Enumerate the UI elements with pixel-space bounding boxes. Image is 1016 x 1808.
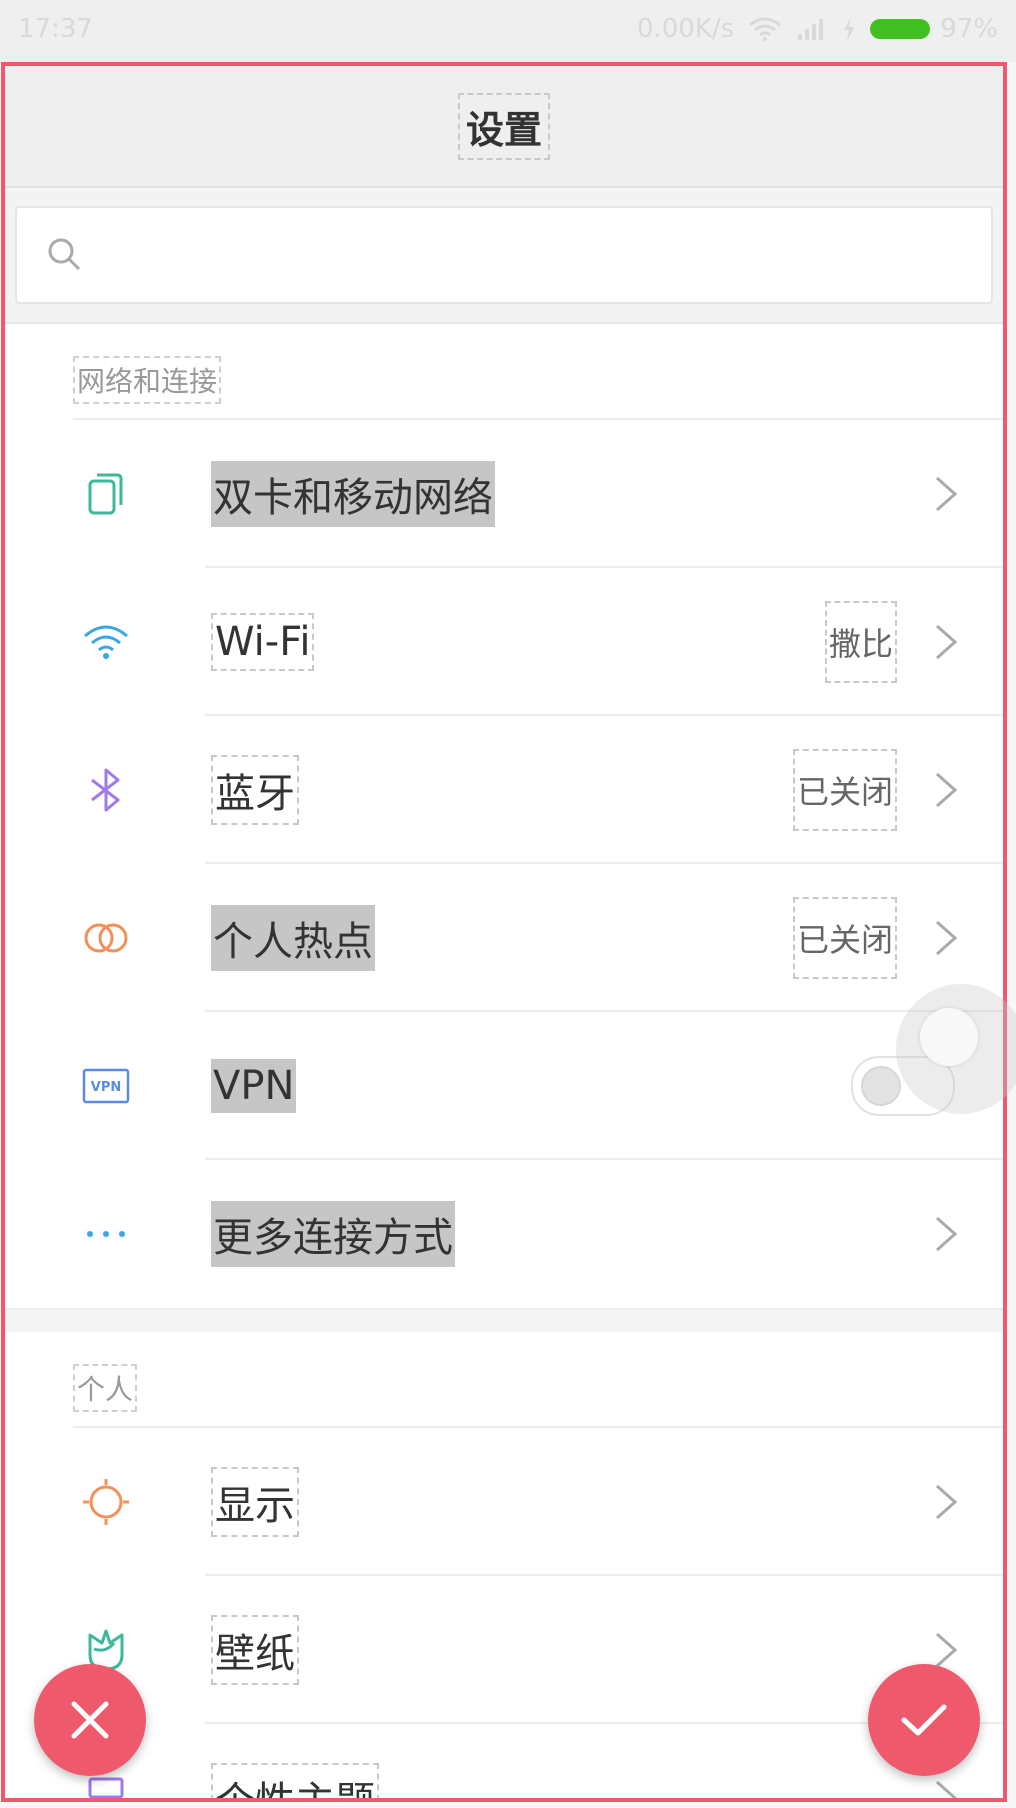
settings-item-vpn[interactable]: VPN VPN — [5, 1012, 1003, 1160]
section-header-personal: 个人 — [5, 1332, 1003, 1428]
item-label: 壁纸 — [211, 1615, 299, 1685]
status-right: 0.00K/s 97% — [637, 14, 998, 44]
page-title: 设置 — [457, 92, 550, 160]
vpn-icon-text: VPN — [91, 1080, 121, 1095]
hotspot-status: 已关闭 — [792, 897, 897, 979]
section-gap — [5, 1308, 1003, 1332]
charging-icon — [844, 17, 855, 41]
chevron-right-icon — [936, 1216, 958, 1252]
bluetooth-icon — [79, 763, 133, 817]
item-label: VPN — [211, 1059, 297, 1113]
signal-icon — [798, 19, 824, 40]
section-label: 个人 — [73, 1364, 138, 1412]
settings-item-dual-sim[interactable]: 双卡和移动网络 — [5, 420, 1003, 568]
chevron-right-icon — [936, 772, 958, 808]
chevron-right-icon — [936, 1780, 958, 1798]
wifi-icon — [79, 615, 133, 669]
chevron-right-icon — [936, 1484, 958, 1520]
sun-icon — [79, 1475, 133, 1529]
wifi-status: 撒比 — [824, 601, 897, 683]
vpn-icon: VPN — [79, 1059, 133, 1113]
battery-indicator: 97% — [870, 14, 998, 44]
settings-item-bluetooth[interactable]: 蓝牙 已关闭 — [5, 716, 1003, 864]
confirm-button[interactable] — [868, 1664, 980, 1776]
title-bar: 设置 — [5, 66, 1003, 188]
status-time: 17:37 — [18, 14, 93, 44]
item-label: 更多连接方式 — [211, 1201, 455, 1267]
chevron-right-icon — [936, 476, 958, 512]
floating-ball-center — [920, 1008, 978, 1066]
settings-item-more-connections[interactable]: 更多连接方式 — [5, 1160, 1003, 1308]
wifi-status-icon — [749, 17, 782, 41]
search-area — [5, 188, 1003, 324]
battery-percent: 97% — [940, 14, 998, 44]
chevron-right-icon — [936, 624, 958, 660]
item-label: 个性主题 — [211, 1763, 379, 1798]
chevron-right-icon — [936, 920, 958, 956]
battery-icon — [870, 19, 931, 39]
section-label: 网络和连接 — [73, 356, 222, 404]
settings-item-wallpaper[interactable]: 壁纸 — [5, 1576, 1003, 1724]
item-label: 双卡和移动网络 — [211, 461, 495, 527]
status-bar: 17:37 0.00K/s 97% — [0, 0, 1016, 62]
cancel-button[interactable] — [34, 1664, 146, 1776]
section-header-network: 网络和连接 — [5, 324, 1003, 420]
search-input[interactable] — [15, 206, 993, 304]
item-label: 显示 — [211, 1467, 299, 1537]
bluetooth-status: 已关闭 — [792, 749, 897, 831]
settings-item-wifi[interactable]: Wi-Fi 撒比 — [5, 568, 1003, 716]
item-label: 蓝牙 — [211, 755, 299, 825]
check-icon — [901, 1704, 947, 1736]
settings-item-themes[interactable]: 个性主题 — [5, 1724, 1003, 1798]
toggle-knob — [861, 1066, 901, 1106]
sim-cards-icon — [79, 467, 133, 521]
chevron-right-icon — [936, 1632, 958, 1668]
item-label: 个人热点 — [211, 905, 375, 971]
settings-item-hotspot[interactable]: 个人热点 已关闭 — [5, 864, 1003, 1012]
settings-item-display[interactable]: 显示 — [5, 1428, 1003, 1576]
search-icon — [48, 238, 81, 271]
more-dots-icon — [79, 1207, 133, 1261]
settings-screen: 设置 网络和连接 双卡和移动网络 Wi-Fi 撒比 蓝牙 已关闭 个人热点 已关… — [1, 62, 1007, 1802]
network-speed: 0.00K/s — [636, 14, 735, 44]
floating-assist-ball[interactable] — [896, 984, 1016, 1114]
item-label: Wi-Fi — [211, 613, 315, 671]
close-icon — [71, 1701, 109, 1739]
hotspot-icon — [79, 911, 133, 965]
